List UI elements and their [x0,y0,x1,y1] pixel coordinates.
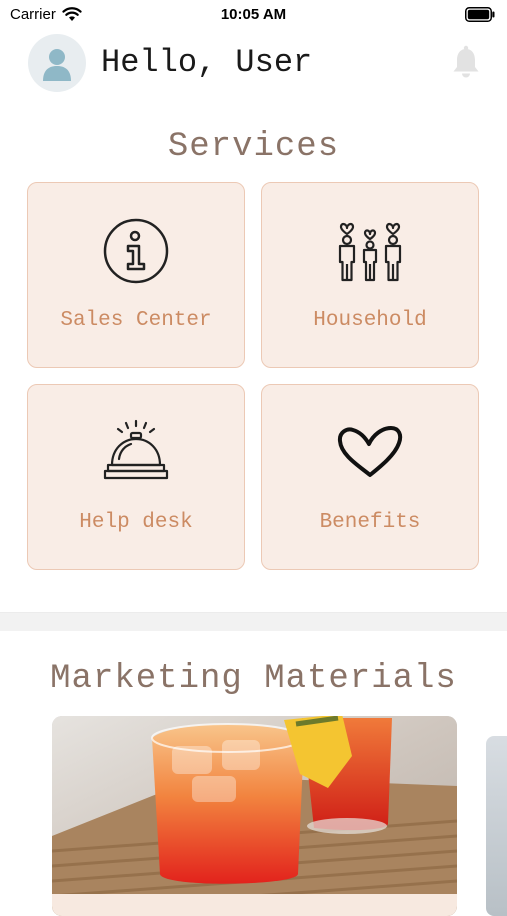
header: Hello, User [0,30,507,100]
greeting-text: Hello, User [101,44,313,81]
marketing-materials-title: Marketing Materials [50,660,457,698]
service-label: Help desk [79,511,193,534]
service-tile-sales-center[interactable]: Sales Center [27,182,245,368]
battery-icon [465,7,495,22]
service-tile-household[interactable]: Household [261,182,479,368]
marketing-card[interactable] [52,716,457,916]
status-time: 10:05 AM [220,6,287,23]
service-tile-benefits[interactable]: Benefits [261,384,479,570]
service-label: Benefits [319,511,421,534]
heart-icon [337,426,403,477]
avatar[interactable] [28,34,86,92]
services-title: Services [167,128,340,166]
section-divider [0,612,507,631]
bell-icon[interactable] [450,45,482,79]
service-bell-icon [103,419,169,480]
service-label: Household [313,309,427,332]
drinks-image [52,716,457,916]
services-grid: Sales Center Household Help desk Benefit… [27,182,481,572]
user-icon [43,49,71,81]
family-icon [338,222,402,282]
info-icon [103,218,169,284]
marketing-card-next[interactable] [486,736,507,916]
service-label: Sales Center [60,309,212,332]
service-tile-help-desk[interactable]: Help desk [27,384,245,570]
status-bar: Carrier 10:05 AM [0,0,507,30]
